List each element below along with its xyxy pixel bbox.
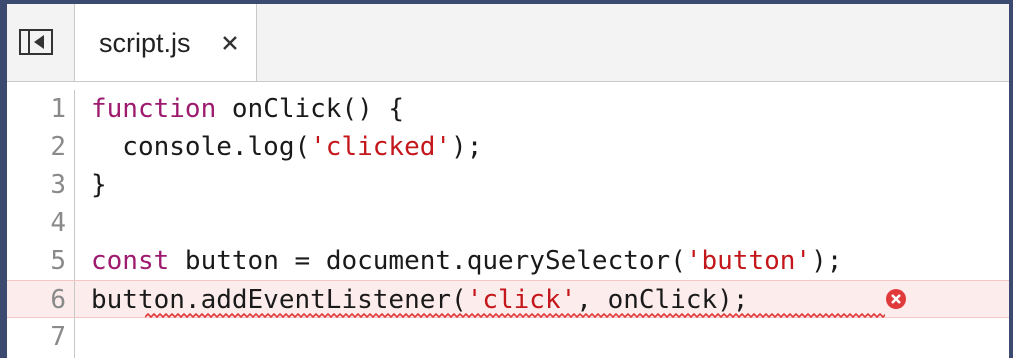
code-token-plain: button.addEventListener( <box>91 285 467 315</box>
sidebar-toggle-button[interactable] <box>7 4 75 81</box>
line-number: 4 <box>7 204 75 242</box>
sidebar-collapse-icon <box>19 29 53 55</box>
line-number: 2 <box>7 128 75 166</box>
code-token-plain: button = document.querySelector( <box>169 246 686 276</box>
code-text[interactable]: console.log('clicked'); <box>91 128 482 166</box>
code-editor[interactable]: 1 function onClick() {2 console.log('clic… <box>7 82 1009 358</box>
code-token-plain: } <box>91 170 107 200</box>
code-token-string: 'clicked' <box>310 132 452 162</box>
code-text[interactable]: } <box>91 166 107 204</box>
tab-label: script.js <box>99 28 191 58</box>
code-token-keyword: const <box>91 246 170 276</box>
code-token-plain: , onClick); <box>576 285 749 315</box>
code-token-string: 'click' <box>466 285 577 315</box>
line-number: 1 <box>7 90 75 128</box>
close-icon[interactable] <box>221 34 239 52</box>
code-line[interactable]: 1 function onClick() { <box>7 90 1009 128</box>
code-line-error[interactable]: 6 button.addEventListener('click', onClic… <box>7 280 1009 319</box>
error-x-icon[interactable] <box>885 288 907 310</box>
code-line[interactable]: 3} <box>7 166 1009 204</box>
line-number: 5 <box>7 242 75 280</box>
code-token-plain: console.log( <box>91 132 311 162</box>
code-line[interactable]: 4 <box>7 204 1009 242</box>
tab-bar: script.js <box>7 4 1009 82</box>
code-line[interactable]: 7 <box>7 318 1009 356</box>
code-token-keyword: function <box>91 94 217 124</box>
tab-script-js[interactable]: script.js <box>75 4 257 81</box>
code-token-plain: ); <box>451 132 483 162</box>
code-token-string: 'button' <box>685 246 812 276</box>
line-number: 6 <box>7 281 75 319</box>
code-text[interactable]: const button = document.querySelector('b… <box>91 242 842 280</box>
code-text[interactable]: function onClick() { <box>91 90 404 128</box>
editor-window: script.js 1 function onClick() {2 console… <box>0 0 1013 358</box>
code-line[interactable]: 5 const button = document.querySelector('… <box>7 242 1009 280</box>
gutter <box>7 348 75 358</box>
code-token-plain: onClick() { <box>216 94 405 124</box>
code-line[interactable]: 2 console.log('clicked'); <box>7 128 1009 166</box>
code-token-plain: ); <box>811 246 843 276</box>
line-number: 3 <box>7 166 75 204</box>
